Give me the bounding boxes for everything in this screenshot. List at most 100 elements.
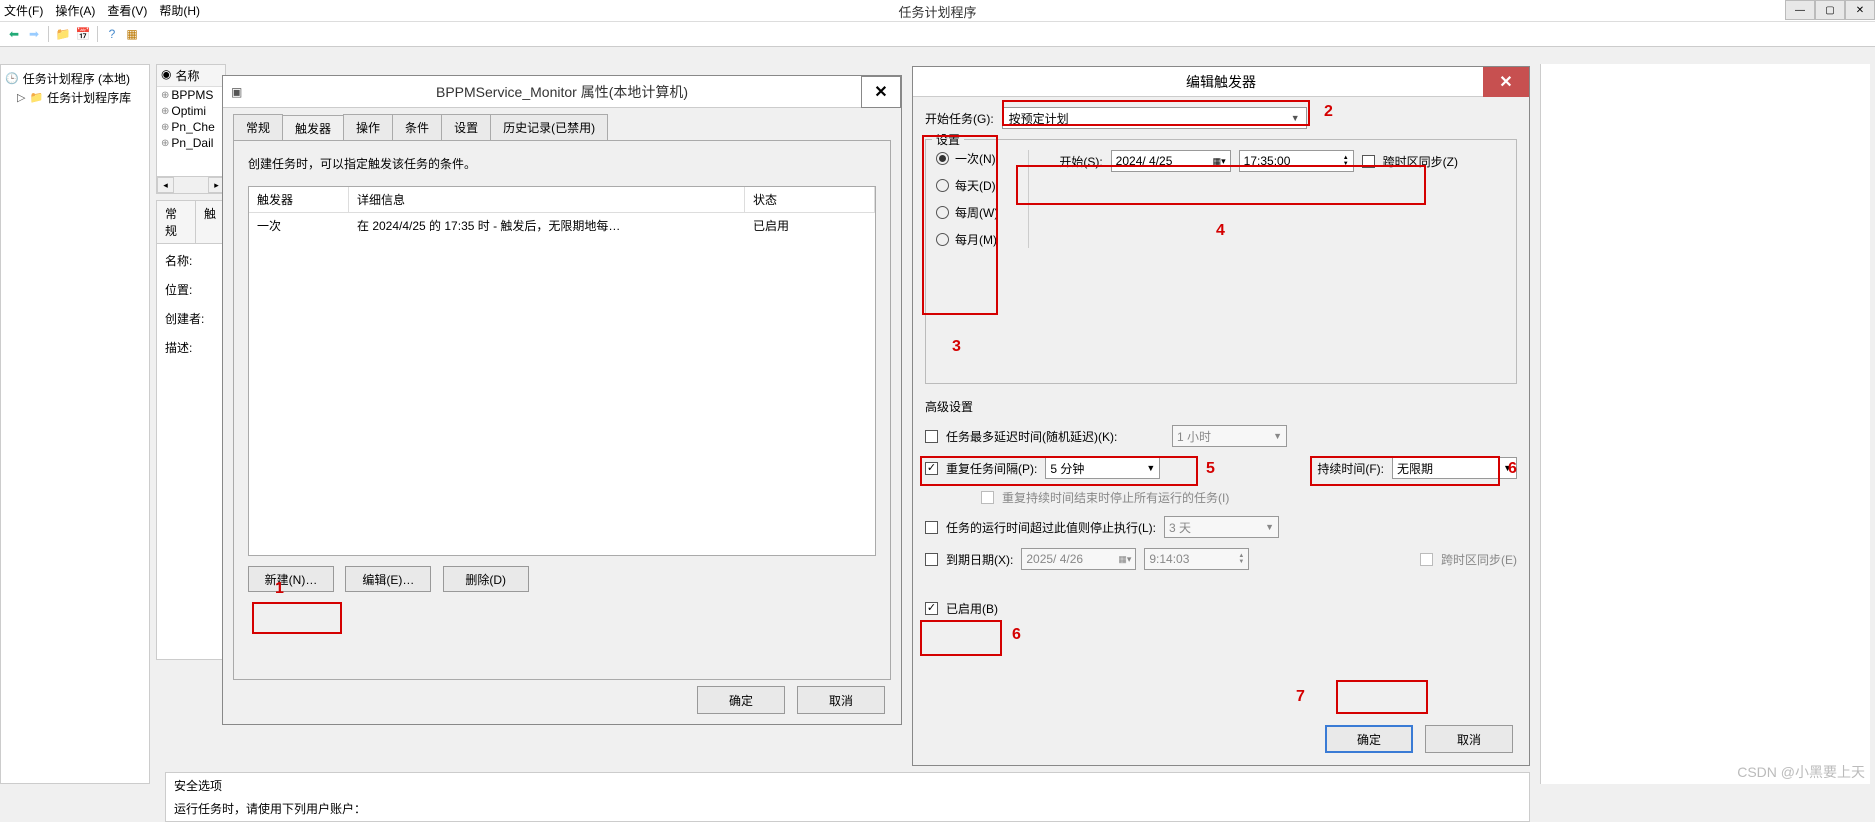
repeat-checkbox[interactable] xyxy=(925,462,938,475)
clock-icon: ⊕ xyxy=(161,122,169,133)
actions-pane xyxy=(1540,64,1870,784)
delay-checkbox[interactable] xyxy=(925,430,938,443)
expire-checkbox[interactable] xyxy=(925,553,938,566)
delay-combo: 1 小时 ▼ xyxy=(1172,425,1287,447)
task-list-header: ◉ 名称 xyxy=(157,65,225,87)
scroll-track[interactable] xyxy=(174,177,208,193)
delete-trigger-button[interactable]: 删除(D) xyxy=(443,566,529,592)
scroll-left-icon[interactable]: ◂ xyxy=(157,177,174,193)
detail-tab-general[interactable]: 常规 xyxy=(157,201,196,243)
task-name: BPPMS xyxy=(171,88,213,102)
start-date-input[interactable]: 2024/ 4/25 ▦▾ xyxy=(1111,150,1231,172)
calendar-dropdown-icon: ▦▾ xyxy=(1118,554,1131,565)
edit-close-button[interactable]: ✕ xyxy=(1483,67,1529,97)
edit-ok-button[interactable]: 确定 xyxy=(1325,725,1413,753)
spinner-icon: ▲▼ xyxy=(1238,553,1244,565)
tab-history[interactable]: 历史记录(已禁用) xyxy=(490,114,608,140)
tree-panel: 🕒 任务计划程序 (本地) ▷ 📁 任务计划程序库 xyxy=(0,64,150,784)
tree-child[interactable]: ▷ 📁 任务计划程序库 xyxy=(5,88,145,107)
stop-after-row: 任务的运行时间超过此值则停止执行(L): 3 天 ▼ xyxy=(925,516,1517,538)
clock-icon: ⊕ xyxy=(161,138,169,149)
detail-tab-trigger[interactable]: 触 xyxy=(196,201,225,243)
col-trigger[interactable]: 触发器 xyxy=(249,187,349,213)
tab-general[interactable]: 常规 xyxy=(233,114,283,140)
sort-icon[interactable]: ◉ xyxy=(161,67,171,84)
edit-cancel-button[interactable]: 取消 xyxy=(1425,725,1513,753)
task-list-panel: ◉ 名称 ⊕BPPMS ⊕Optimi ⊕Pn_Che ⊕Pn_Dail ◂ ▸ xyxy=(156,64,226,194)
col-status[interactable]: 状态 xyxy=(745,187,875,213)
tab-conditions[interactable]: 条件 xyxy=(392,114,442,140)
radio-once[interactable]: 一次(N) xyxy=(936,150,998,167)
start-time-input[interactable]: 17:35:00 ▲▼ xyxy=(1239,150,1354,172)
start-date-value: 2024/ 4/25 xyxy=(1116,154,1173,168)
back-icon[interactable]: ⬅ xyxy=(6,26,22,42)
clock-icon: ⊕ xyxy=(161,90,169,101)
props-dialog-buttons: 确定 取消 xyxy=(697,686,885,714)
start-label: 开始(S): xyxy=(1059,153,1102,170)
detail-body: 名称: 位置: 创建者: 描述: xyxy=(157,244,225,376)
menu-action[interactable]: 操作(A) xyxy=(55,2,95,19)
radio-icon xyxy=(936,179,949,192)
task-row[interactable]: ⊕Pn_Che xyxy=(157,119,225,135)
tz-sync-checkbox[interactable] xyxy=(1362,155,1375,168)
menu-help[interactable]: 帮助(H) xyxy=(159,2,200,19)
maximize-button[interactable]: ▢ xyxy=(1815,0,1845,20)
tree-root[interactable]: 🕒 任务计划程序 (本地) xyxy=(5,69,145,88)
edit-trigger-dialog: 编辑触发器 ✕ 开始任务(G): 按预定计划 ▼ 设置 一次(N) 每天(D) … xyxy=(912,66,1530,766)
tab-triggers[interactable]: 触发器 xyxy=(282,115,344,141)
stop-after-label: 任务的运行时间超过此值则停止执行(L): xyxy=(946,519,1156,536)
edit-trigger-button[interactable]: 编辑(E)… xyxy=(345,566,431,592)
spinner-icon[interactable]: ▲▼ xyxy=(1343,155,1349,167)
begin-task-row: 开始任务(G): 按预定计划 ▼ xyxy=(925,107,1517,129)
col-detail[interactable]: 详细信息 xyxy=(349,187,745,213)
properties-icon[interactable]: ▦ xyxy=(124,26,140,42)
duration-combo[interactable]: 无限期 ▼ xyxy=(1392,457,1517,479)
trigger-row[interactable]: 一次 在 2024/4/25 的 17:35 时 - 触发后，无限期地每… 已启… xyxy=(249,213,875,238)
close-button[interactable]: ✕ xyxy=(1845,0,1875,20)
security-legend: 安全选项 xyxy=(174,777,1521,794)
detail-name-label: 名称: xyxy=(165,252,217,269)
props-ok-button[interactable]: 确定 xyxy=(697,686,785,714)
repeat-combo[interactable]: 5 分钟 ▼ xyxy=(1045,457,1160,479)
security-sub: 运行任务时，请使用下列用户账户： xyxy=(174,800,1521,817)
stop-all-label: 重复持续时间结束时停止所有运行的任务(I) xyxy=(1002,489,1229,506)
minimize-button[interactable]: — xyxy=(1785,0,1815,20)
forward-icon[interactable]: ➡ xyxy=(26,26,42,42)
tab-settings[interactable]: 设置 xyxy=(441,114,491,140)
repeat-value: 5 分钟 xyxy=(1050,460,1084,477)
props-close-button[interactable]: ✕ xyxy=(861,76,901,108)
help-icon[interactable]: ? xyxy=(104,26,120,42)
triggers-buttons: 新建(N)… 编辑(E)… 删除(D) xyxy=(248,566,876,592)
enabled-checkbox[interactable] xyxy=(925,602,938,615)
begin-task-select[interactable]: 按预定计划 ▼ xyxy=(1002,107,1307,129)
task-row[interactable]: ⊕Optimi xyxy=(157,103,225,119)
new-trigger-button[interactable]: 新建(N)… xyxy=(248,566,334,592)
repeat-row: 重复任务间隔(P): 5 分钟 ▼ 持续时间(F): 无限期 ▼ xyxy=(925,457,1517,479)
radio-weekly-label: 每周(W) xyxy=(955,204,998,221)
tz-sync-label: 跨时区同步(Z) xyxy=(1383,153,1458,170)
scrollbar[interactable]: ◂ ▸ xyxy=(157,176,225,193)
start-row: 开始(S): 2024/ 4/25 ▦▾ 17:35:00 ▲▼ 跨时区同步(Z… xyxy=(1059,150,1458,172)
detail-tabs: 常规 触 xyxy=(157,201,225,244)
task-name: Pn_Che xyxy=(171,120,214,134)
refresh-icon[interactable]: 📁 xyxy=(55,26,71,42)
props-cancel-button[interactable]: 取消 xyxy=(797,686,885,714)
window-title: 任务计划程序 xyxy=(898,0,976,21)
expire-date-value: 2025/ 4/26 xyxy=(1026,552,1083,566)
menu-file[interactable]: 文件(F) xyxy=(4,2,43,19)
column-name[interactable]: 名称 xyxy=(175,67,199,84)
tab-actions[interactable]: 操作 xyxy=(343,114,393,140)
radio-daily[interactable]: 每天(D) xyxy=(936,177,998,194)
start-time-value: 17:35:00 xyxy=(1244,154,1291,168)
view-icon[interactable]: 📅 xyxy=(75,26,91,42)
stop-after-checkbox[interactable] xyxy=(925,521,938,534)
radio-monthly[interactable]: 每月(M) xyxy=(936,231,998,248)
props-titlebar: ▣ BPPMService_Monitor 属性(本地计算机) ✕ xyxy=(223,76,901,108)
edit-titlebar: 编辑触发器 ✕ xyxy=(913,67,1529,97)
expand-icon[interactable]: ▷ xyxy=(17,91,25,104)
radio-weekly[interactable]: 每周(W) xyxy=(936,204,998,221)
task-row[interactable]: ⊕BPPMS xyxy=(157,87,225,103)
task-row[interactable]: ⊕Pn_Dail xyxy=(157,135,225,151)
radio-icon xyxy=(936,152,949,165)
menu-view[interactable]: 查看(V) xyxy=(107,2,147,19)
